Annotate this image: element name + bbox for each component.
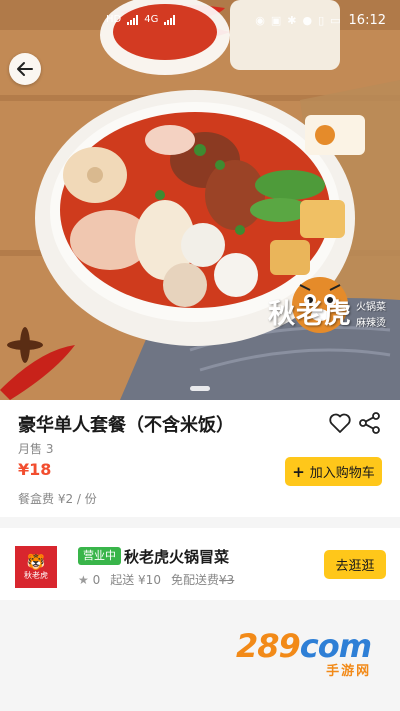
- product-image[interactable]: HD 4G ◉ ▣ ✱ ● ▯ ▭ 16:12 秋老虎 火锅菜 麻辣烫: [0, 0, 400, 400]
- min-order: 起送 ¥10: [110, 573, 161, 587]
- battery-icon: ▭: [330, 13, 341, 27]
- back-arrow-icon: [17, 62, 33, 76]
- plus-icon: +: [292, 462, 305, 481]
- signal-indicators: HD 4G: [106, 14, 176, 25]
- monthly-sales: 月售 3: [18, 442, 54, 456]
- brand-tag: 麻辣烫: [356, 318, 386, 329]
- signal-bars-icon: [164, 14, 176, 25]
- store-logo: 🐯 秋老虎: [15, 546, 57, 588]
- eye-icon: ◉: [255, 13, 265, 27]
- carrier-label-hd: HD: [106, 14, 122, 25]
- nfc-icon: ▣: [270, 13, 282, 27]
- status-badge: 营业中: [78, 547, 121, 565]
- add-to-cart-button[interactable]: + 加入购物车: [285, 457, 382, 486]
- box-fee: 餐盒费 ¥2 / 份: [18, 492, 97, 506]
- carrier-label-4g: 4G: [144, 14, 159, 25]
- watermark-sub: 手游网: [326, 664, 372, 679]
- product-price: ¥18: [18, 460, 52, 479]
- watermark-main: 289com: [236, 627, 372, 665]
- store-card[interactable]: 🐯 秋老虎 营业中 秋老虎火锅冒菜 ★ 0 起送 ¥10 免配送费¥3 去逛逛: [0, 528, 400, 600]
- brand-tags: 火锅菜 麻辣烫: [356, 300, 386, 332]
- image-page-indicator: [190, 386, 210, 391]
- watermark-digits: 289: [236, 627, 301, 665]
- add-to-cart-label: 加入购物车: [309, 466, 375, 481]
- product-detail-page: HD 4G ◉ ▣ ✱ ● ▯ ▭ 16:12 秋老虎 火锅菜 麻辣烫 豪华单人…: [0, 0, 400, 711]
- heart-icon[interactable]: [328, 412, 352, 434]
- delivery-fee-original: ¥3: [218, 573, 235, 587]
- clock: 16:12: [348, 12, 386, 28]
- status-icons: ◉ ▣ ✱ ● ▯ ▭: [255, 14, 340, 27]
- tiger-icon: 🐯: [26, 553, 46, 571]
- food-photo: [0, 0, 400, 400]
- delivery-fee: 免配送费¥3: [171, 571, 234, 588]
- delivery-fee-label: 免配送费: [170, 573, 219, 587]
- product-title: 豪华单人套餐（不含米饭）: [18, 415, 234, 436]
- visit-store-button[interactable]: 去逛逛: [324, 550, 386, 579]
- signal-bars-icon: [127, 14, 139, 25]
- location-icon: ●: [302, 13, 313, 27]
- store-logo-text: 秋老虎: [24, 571, 48, 580]
- brand-tag: 火锅菜: [356, 302, 386, 313]
- rating-value: 0: [92, 572, 101, 587]
- share-icon[interactable]: [358, 412, 382, 434]
- star-icon: ★: [78, 572, 89, 587]
- brand-name: 秋老虎: [268, 298, 352, 330]
- vibrate-icon: ▯: [318, 13, 325, 27]
- back-button[interactable]: [9, 53, 41, 85]
- bluetooth-icon: ✱: [287, 13, 297, 27]
- rating: ★ 0: [78, 573, 100, 587]
- product-info-card: 豪华单人套餐（不含米饭） 月售 3 ¥18 餐盒费 ¥2 / 份 + 加入购物车: [0, 400, 400, 517]
- store-meta: ★ 0 起送 ¥10 免配送费¥3: [78, 571, 234, 588]
- watermark-logo: 289com 手游网: [236, 627, 372, 679]
- status-bar: HD 4G ◉ ▣ ✱ ● ▯ ▭ 16:12: [0, 0, 400, 40]
- store-name: 秋老虎火锅冒菜: [124, 548, 230, 566]
- brand-mark: 秋老虎 火锅菜 麻辣烫: [268, 290, 386, 332]
